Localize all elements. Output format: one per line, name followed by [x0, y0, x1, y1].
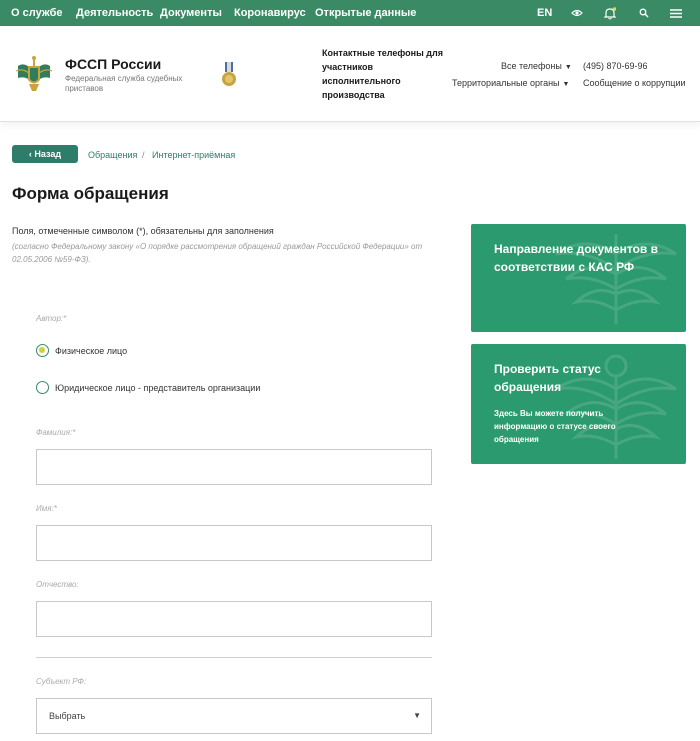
top-navigation: О службе Деятельность Документы Коронави… — [0, 0, 700, 26]
phone-number[interactable]: (495) 870-69-96 — [583, 61, 648, 71]
emblem-icon[interactable] — [14, 54, 54, 94]
law-reference-note: (согласно Федеральному закону «О порядке… — [12, 242, 423, 264]
territorial-bodies-dropdown[interactable]: Территориальные органы ▼ — [452, 78, 569, 88]
corruption-report-link[interactable]: Сообщение о коррупции — [583, 78, 686, 88]
kas-documents-card[interactable]: Направление документов в соответствии с … — [471, 224, 686, 332]
site-header: ФССП России Федеральная служба судебных … — [0, 26, 700, 122]
eye-icon[interactable] — [569, 4, 585, 22]
back-button[interactable]: ‹ Назад — [12, 145, 78, 163]
status-card-title: Проверить статус обращения — [494, 362, 601, 394]
region-select[interactable]: Выбрать ▼ — [36, 698, 432, 734]
nav-item-documents[interactable]: Документы — [160, 7, 222, 19]
author-label: Автор:* — [36, 314, 67, 323]
chevron-down-icon: ▼ — [413, 711, 421, 720]
radio-individual-label[interactable]: Физическое лицо — [55, 346, 127, 356]
all-phones-label: Все телефоны — [501, 61, 562, 71]
status-card-text: Здесь Вы можете получить информацию о ст… — [494, 409, 616, 444]
radio-legal-entity[interactable] — [36, 381, 49, 394]
brand-title[interactable]: ФССП России — [65, 56, 161, 72]
breadcrumb-internet-reception[interactable]: Интернет-приёмная — [152, 150, 235, 160]
patronymic-input[interactable] — [36, 601, 432, 637]
required-fields-note: Поля, отмеченные символом (*), обязатель… — [12, 226, 274, 236]
breadcrumb-appeals[interactable]: Обращения — [88, 150, 137, 160]
kas-card-title: Направление документов в соответствии с … — [494, 242, 658, 274]
radio-individual[interactable] — [36, 344, 49, 357]
caret-down-icon: ▼ — [562, 81, 570, 88]
radio-legal-entity-label[interactable]: Юридическое лицо - представитель организ… — [55, 383, 260, 393]
name-input[interactable] — [36, 525, 432, 561]
page-title: Форма обращения — [12, 184, 169, 203]
surname-label: Фамилия:* — [36, 428, 76, 437]
region-label: Субъект РФ: — [36, 677, 87, 686]
caret-down-icon: ▼ — [564, 64, 572, 71]
name-label: Имя:* — [36, 504, 57, 513]
nav-item-open-data[interactable]: Открытые данные — [315, 7, 416, 19]
language-switch[interactable]: EN — [537, 7, 552, 19]
check-status-card[interactable]: Проверить статус обращения Здесь Вы може… — [471, 344, 686, 464]
all-phones-dropdown[interactable]: Все телефоны ▼ — [501, 61, 572, 71]
form-divider — [36, 657, 432, 658]
nav-item-activity[interactable]: Деятельность — [76, 7, 153, 19]
breadcrumb-separator: / — [142, 150, 145, 160]
nav-item-coronavirus[interactable]: Коронавирус — [234, 7, 306, 19]
territorial-label: Территориальные органы — [452, 78, 560, 88]
search-icon[interactable] — [636, 4, 652, 22]
menu-icon[interactable] — [667, 4, 685, 22]
surname-input[interactable] — [36, 449, 432, 485]
brand-subtitle: Федеральная служба судебных приставов — [65, 74, 183, 93]
patronymic-label: Отчество: — [36, 580, 79, 589]
region-select-value: Выбрать — [49, 711, 86, 721]
nav-item-about[interactable]: О службе — [11, 7, 63, 19]
contact-phones-link[interactable]: Контактные телефоны для участников испол… — [322, 46, 447, 102]
medal-icon — [222, 62, 236, 86]
bell-icon[interactable] — [602, 4, 618, 22]
